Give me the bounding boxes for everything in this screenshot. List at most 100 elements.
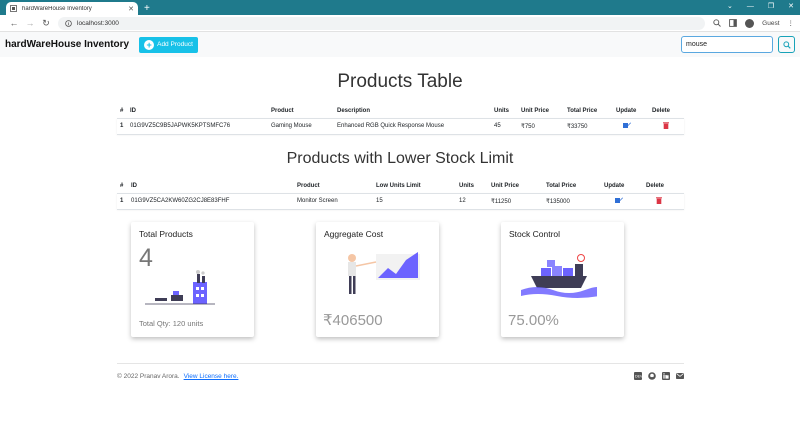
- add-product-label: Add Product: [157, 41, 193, 48]
- card-title: Stock Control: [509, 229, 561, 239]
- row-product: Gaming Mouse: [268, 117, 334, 135]
- email-icon[interactable]: [676, 372, 684, 380]
- col-low-limit: Low Units Limit: [376, 182, 421, 189]
- url-text: localhost:3000: [77, 19, 119, 27]
- browser-tab[interactable]: hardWareHouse Inventory ✕: [6, 2, 138, 15]
- col-delete: Delete: [646, 182, 665, 189]
- row-num: 1: [117, 117, 127, 135]
- total-products-count: 4: [139, 244, 153, 272]
- row-total-price: ₹33750: [564, 117, 613, 135]
- low-stock-table-title: Products with Lower Stock Limit: [286, 150, 514, 167]
- update-cell: [613, 117, 649, 135]
- page-icon: [10, 5, 17, 12]
- tab-search-icon[interactable]: ⌄: [727, 0, 733, 14]
- address-bar: ← → ↻ localhost:3000 Guest ⋮: [0, 15, 800, 32]
- app-navbar: hardWareHouse Inventory + Add Product mo…: [0, 32, 800, 57]
- side-panel-icon[interactable]: [729, 19, 738, 27]
- col-num: #: [120, 182, 124, 189]
- menu-icon[interactable]: ⋮: [788, 19, 795, 27]
- col-id: ID: [131, 182, 137, 189]
- warehouse-illustration-icon: [145, 270, 215, 305]
- minimize-icon[interactable]: —: [747, 0, 754, 14]
- tab-title: hardWareHouse Inventory: [22, 5, 92, 12]
- trash-icon[interactable]: [662, 121, 670, 129]
- close-window-icon[interactable]: ✕: [788, 0, 794, 14]
- row-total-price: ₹135000: [543, 192, 601, 210]
- dev-icon[interactable]: DEV: [634, 372, 642, 380]
- row-description: Enhanced RGB Quick Response Mouse: [334, 117, 491, 135]
- card-title: Total Products: [139, 229, 193, 239]
- edit-icon[interactable]: [615, 197, 623, 204]
- delete-cell: [649, 117, 684, 135]
- url-field[interactable]: localhost:3000: [58, 16, 706, 30]
- col-units: Units: [494, 107, 509, 114]
- stock-control-value: 75.00%: [508, 312, 559, 329]
- reload-icon[interactable]: ↻: [38, 18, 54, 29]
- col-update: Update: [616, 107, 637, 114]
- finance-growth-illustration-icon: [348, 252, 420, 294]
- col-delete: Delete: [652, 107, 671, 114]
- restore-icon[interactable]: ❐: [768, 0, 774, 14]
- col-units: Units: [459, 182, 474, 189]
- row-low-limit: 15: [373, 192, 456, 210]
- linkedin-icon[interactable]: [662, 372, 670, 380]
- browser-right-controls: Guest ⋮: [713, 18, 795, 28]
- total-qty: Total Qty: 120 units: [139, 319, 204, 328]
- search-input[interactable]: mouse: [681, 36, 773, 53]
- col-unit-price: Unit Price: [521, 107, 550, 114]
- low-stock-table: # ID Product Low Units Limit Units Unit …: [117, 179, 684, 210]
- col-product: Product: [297, 182, 320, 189]
- svg-text:DEV: DEV: [635, 375, 642, 379]
- col-product: Product: [271, 107, 294, 114]
- github-icon[interactable]: [648, 372, 656, 380]
- col-id: ID: [130, 107, 136, 114]
- zoom-icon[interactable]: [713, 19, 721, 27]
- row-id: 01G9VZ5C9B5JAPWK5KPTSMFC76: [127, 117, 268, 135]
- col-total-price: Total Price: [546, 182, 577, 189]
- trash-icon[interactable]: [655, 196, 663, 204]
- delete-cell: [643, 192, 684, 210]
- browser-tabbar: hardWareHouse Inventory ✕ + ⌄ — ❐ ✕: [0, 0, 800, 15]
- cargo-ship-illustration-icon: [521, 254, 597, 298]
- footer: © 2022 Pranav Arora. View License here. …: [117, 363, 684, 380]
- social-links: DEV: [634, 372, 684, 380]
- stock-control-card: Stock Control 75.00%: [501, 222, 624, 337]
- license-link[interactable]: View License here.: [184, 373, 239, 380]
- new-tab-button[interactable]: +: [144, 2, 150, 15]
- row-units: 12: [456, 192, 488, 210]
- col-update: Update: [604, 182, 625, 189]
- plus-icon: +: [144, 39, 155, 50]
- profile-label[interactable]: Guest: [762, 20, 779, 27]
- row-unit-price: ₹750: [518, 117, 564, 135]
- add-product-button[interactable]: + Add Product: [139, 36, 198, 53]
- close-tab-icon[interactable]: ✕: [128, 5, 134, 13]
- edit-icon[interactable]: [623, 122, 631, 129]
- row-num: 1: [117, 192, 128, 210]
- update-cell: [601, 192, 643, 210]
- window-controls: ⌄ — ❐ ✕: [727, 0, 794, 14]
- col-description: Description: [337, 107, 371, 114]
- total-products-card: Total Products 4 Total Qty: 120 units: [131, 222, 254, 337]
- products-table: # ID Product Description Units Unit Pric…: [117, 104, 684, 135]
- col-total-price: Total Price: [567, 107, 598, 114]
- table-row: 1 01G9VZ5C9B5JAPWK5KPTSMFC76 Gaming Mous…: [117, 117, 684, 135]
- row-units: 45: [491, 117, 518, 135]
- copyright-text: © 2022 Pranav Arora.: [117, 372, 180, 380]
- brand-title[interactable]: hardWareHouse Inventory: [5, 39, 129, 50]
- search-button[interactable]: [778, 36, 795, 53]
- back-icon[interactable]: ←: [6, 18, 22, 28]
- card-title: Aggregate Cost: [324, 229, 384, 239]
- col-unit-price: Unit Price: [491, 182, 520, 189]
- table-row: 1 01G9VZ5CA2KW60ZG2CJ8E83FHF Monitor Scr…: [117, 192, 684, 210]
- info-icon: [65, 19, 72, 27]
- row-unit-price: ₹11250: [488, 192, 543, 210]
- forward-icon[interactable]: →: [22, 18, 38, 28]
- search-icon: [782, 40, 791, 49]
- row-id: 01G9VZ5CA2KW60ZG2CJ8E83FHF: [128, 192, 294, 210]
- products-table-title: Products Table: [337, 71, 463, 92]
- aggregate-cost-value: ₹406500: [323, 312, 383, 329]
- col-num: #: [120, 107, 124, 114]
- search-form: mouse: [681, 36, 795, 53]
- profile-avatar-icon[interactable]: [745, 18, 755, 28]
- aggregate-cost-card: Aggregate Cost ₹406500: [316, 222, 439, 337]
